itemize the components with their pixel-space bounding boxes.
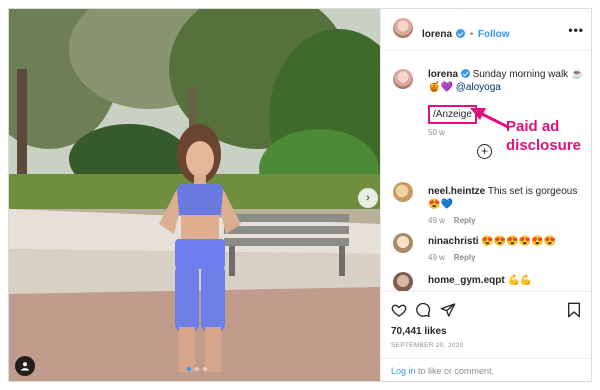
annotation-line-2: disclosure: [506, 137, 582, 154]
annotation-line-1: Paid ad: [506, 118, 560, 135]
annotation-arrow: [470, 108, 510, 129]
annotation-label: Paid ad disclosure: [506, 117, 598, 155]
